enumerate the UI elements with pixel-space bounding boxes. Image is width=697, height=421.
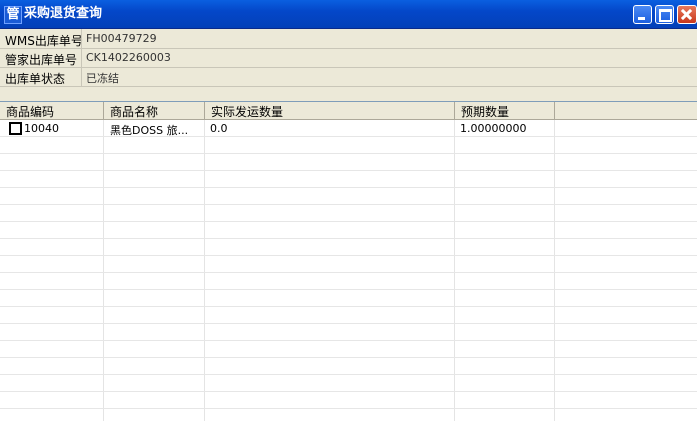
row-checkbox[interactable] (9, 122, 22, 135)
wms-order-value[interactable]: FH00479729 (86, 32, 157, 45)
empty-row (0, 324, 697, 341)
empty-row (0, 239, 697, 256)
empty-row (0, 392, 697, 409)
column-header-actual-qty[interactable]: 实际发运数量 (205, 102, 455, 119)
empty-row (0, 205, 697, 222)
empty-row (0, 307, 697, 324)
maximize-icon (659, 9, 672, 22)
wms-order-label: WMS出库单号 (5, 34, 83, 48)
empty-row (0, 256, 697, 273)
status-value[interactable]: 已冻结 (86, 70, 119, 86)
table-header: 商品编码 商品名称 实际发运数量 预期数量 (0, 102, 697, 120)
empty-row (0, 358, 697, 375)
column-header-expected-qty[interactable]: 预期数量 (455, 102, 555, 119)
title-bar[interactable]: 管 采购退货查询 (0, 0, 697, 29)
empty-row (0, 273, 697, 290)
empty-row (0, 171, 697, 188)
cell-actual-qty: 0.0 (210, 122, 228, 135)
form-row-butler-order: 管家出库单号 CK1402260003 (0, 48, 697, 68)
table-row[interactable]: 10040 黑色DOSS 旅... 0.0 1.00000000 (0, 120, 697, 137)
empty-row (0, 341, 697, 358)
column-header-name[interactable]: 商品名称 (104, 102, 205, 119)
table-body: 10040 黑色DOSS 旅... 0.0 1.00000000 (0, 120, 697, 421)
empty-row (0, 290, 697, 307)
maximize-button[interactable] (655, 5, 674, 24)
empty-row (0, 137, 697, 154)
cell-name: 黑色DOSS 旅... (110, 124, 189, 137)
status-label: 出库单状态 (5, 72, 66, 86)
cell-expected-qty: 1.00000000 (460, 122, 527, 135)
butler-order-value[interactable]: CK1402260003 (86, 51, 171, 64)
goods-table[interactable]: 商品编码 商品名称 实际发运数量 预期数量 10040 黑色DOSS 旅... … (0, 101, 697, 421)
app-icon: 管 (4, 6, 22, 24)
minimize-icon (638, 17, 645, 20)
form-row-status: 出库单状态 已冻结 (0, 67, 697, 87)
empty-row (0, 188, 697, 205)
window-title: 采购退货查询 (24, 6, 103, 21)
close-button[interactable] (677, 5, 697, 24)
butler-order-label: 管家出库单号 (5, 53, 78, 67)
empty-row (0, 375, 697, 392)
cell-code: 10040 (24, 122, 59, 135)
order-info-form: WMS出库单号 FH00479729 管家出库单号 CK1402260003 出… (0, 29, 697, 101)
form-row-wms-order: WMS出库单号 FH00479729 (0, 29, 697, 49)
column-header-code[interactable]: 商品编码 (0, 102, 104, 119)
empty-row (0, 222, 697, 239)
minimize-button[interactable] (633, 5, 652, 24)
empty-row (0, 154, 697, 171)
